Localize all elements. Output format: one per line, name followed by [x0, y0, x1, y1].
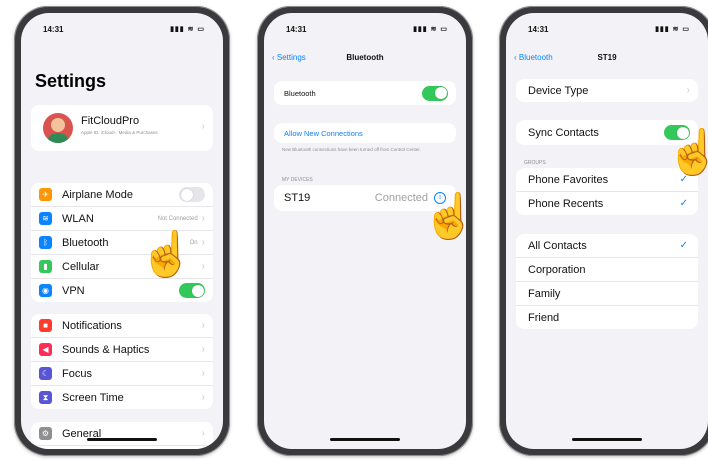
airplane-mode-toggle[interactable] — [179, 187, 205, 202]
contact-group-row-friend[interactable]: Friend — [516, 305, 698, 329]
home-indicator — [330, 438, 400, 441]
vpn-toggle[interactable] — [179, 283, 205, 298]
chevron-right-icon: › — [201, 392, 205, 403]
row-value: Not Connected — [157, 215, 198, 222]
status-icons: ▮▮▮ ≋ ▭ — [655, 26, 690, 33]
settings-row-notifications[interactable]: ■ Notifications › — [31, 314, 213, 337]
device-status: Connected — [374, 192, 428, 204]
notifications-group: ■ Notifications › ◀ Sounds & Haptics › ☾ Focus ›… — [31, 314, 213, 409]
status-time: 14:31 — [43, 25, 64, 34]
allow-new-connections-link[interactable]: Allow New Connections — [284, 129, 363, 138]
contact-group-row-all-contacts[interactable]: All Contacts ✓ — [516, 234, 698, 257]
allow-connections-row: Allow New Connections — [274, 123, 456, 143]
bluetooth-note: New Bluetooth connections have been turn… — [282, 147, 421, 152]
device-type-group: Device Type › — [516, 79, 698, 102]
settings-row-general[interactable]: ⚙ General › — [31, 422, 213, 445]
nav-bar: ‹ Settings Bluetooth — [264, 49, 466, 69]
row-label: Family — [528, 287, 561, 300]
contacts-list: All Contacts ✓ Corporation Family Friend — [516, 234, 698, 329]
contact-group-row-family[interactable]: Family — [516, 281, 698, 305]
row-label: Notifications — [62, 319, 122, 332]
chevron-right-icon: › — [201, 428, 205, 439]
bluetooth-toggle-row: Bluetooth — [274, 81, 456, 105]
chevron-right-icon: › — [201, 237, 205, 248]
pointing-hand-icon: ☝ — [666, 128, 708, 177]
avatar — [43, 113, 73, 143]
contact-group-row-phone-recents[interactable]: Phone Recents ✓ — [516, 191, 698, 215]
row-label: Screen Time — [62, 391, 124, 404]
home-indicator — [87, 438, 157, 441]
contact-group-row-corporation[interactable]: Corporation — [516, 257, 698, 281]
pointing-hand-icon: ☝ — [422, 192, 466, 241]
row-label: Airplane Mode — [62, 188, 133, 201]
airplane-icon: ✈ — [39, 188, 52, 201]
checkmark-icon: ✓ — [679, 198, 688, 209]
status-bar: 14:31 ▮▮▮ ≋ ▭ — [506, 23, 708, 37]
status-time: 14:31 — [528, 25, 549, 34]
row-label: Sounds & Haptics — [62, 343, 150, 356]
settings-row-vpn[interactable]: ◉ VPN — [31, 278, 213, 302]
gear-icon: ⚙ — [39, 427, 52, 440]
device-name: ST19 — [284, 192, 311, 204]
bluetooth-icon: ᛒ — [39, 236, 52, 249]
general-group: ⚙General›▤Control Center› — [31, 422, 213, 449]
home-indicator — [572, 438, 642, 441]
vpn-icon: ◉ — [39, 284, 52, 297]
profile-card[interactable]: FitCloudPro Apple ID, iCloud+, Media & P… — [31, 105, 213, 151]
my-devices-header: MY DEVICES — [282, 177, 313, 183]
phone-bluetooth: 14:31 ▮▮▮ ≋ ▭ ‹ Settings Bluetooth Bluet… — [257, 6, 473, 456]
row-label: Corporation — [528, 263, 586, 276]
nav-title: ST19 — [597, 53, 617, 62]
cellular-icon: ▮ — [39, 260, 52, 273]
profile-name: FitCloudPro — [81, 115, 140, 127]
nav-title: Bluetooth — [346, 53, 384, 62]
chevron-right-icon: › — [201, 261, 205, 272]
chevron-right-icon: › — [201, 213, 205, 224]
phone-st19: 14:31 ▮▮▮ ≋ ▭ ‹ Bluetooth ST19 Device Ty… — [499, 6, 708, 456]
sync-contacts-label: Sync Contacts — [528, 126, 599, 139]
st19-screen: 14:31 ▮▮▮ ≋ ▭ ‹ Bluetooth ST19 Device Ty… — [506, 13, 708, 449]
page-title: Settings — [35, 71, 107, 91]
nav-bar: ‹ Bluetooth ST19 — [506, 49, 708, 69]
moon-icon: ☾ — [39, 367, 52, 380]
chevron-right-icon: › — [201, 344, 205, 355]
chevron-right-icon: › — [686, 85, 690, 96]
row-label: VPN — [62, 284, 85, 297]
bluetooth-toggle[interactable] — [422, 85, 448, 101]
settings-row-focus[interactable]: ☾ Focus › — [31, 361, 213, 385]
device-type-label: Device Type — [528, 84, 589, 97]
row-label: All Contacts — [528, 239, 587, 252]
row-label: Phone Recents — [528, 197, 604, 210]
status-icons: ▮▮▮ ≋ ▭ — [413, 26, 448, 33]
settings-row-screen-time[interactable]: ⧗ Screen Time › — [31, 385, 213, 409]
checkmark-icon: ✓ — [679, 240, 688, 251]
hourglass-icon: ⧗ — [39, 391, 52, 404]
wifi-icon: ≋ — [39, 212, 52, 225]
pointing-hand-icon: ☝ — [139, 230, 194, 279]
chevron-right-icon: › — [201, 368, 205, 379]
sound-icon: ◀ — [39, 343, 52, 356]
row-label: WLAN — [62, 212, 94, 225]
settings-screen: 14:31 ▮▮▮ ≋ ▭ Settings FitCloudPro Apple… — [21, 13, 223, 449]
profile-subtitle: Apple ID, iCloud+, Media & Purchases — [81, 130, 158, 135]
bluetooth-label: Bluetooth — [284, 88, 316, 98]
status-bar: 14:31 ▮▮▮ ≋ ▭ — [264, 23, 466, 37]
status-icons: ▮▮▮ ≋ ▭ — [170, 26, 205, 33]
row-label: Friend — [528, 311, 560, 324]
chevron-right-icon: › — [201, 320, 205, 331]
chevron-right-icon: › — [201, 121, 205, 132]
settings-row-wlan[interactable]: ≋ WLAN Not Connected › — [31, 206, 213, 230]
status-bar: 14:31 ▮▮▮ ≋ ▭ — [21, 23, 223, 37]
row-label: Focus — [62, 367, 92, 380]
device-type-row[interactable]: Device Type › — [516, 79, 698, 102]
settings-row-control-center[interactable]: ▤Control Center› — [31, 445, 213, 449]
settings-row-airplane-mode[interactable]: ✈ Airplane Mode — [31, 183, 213, 206]
settings-row-sounds-haptics[interactable]: ◀ Sounds & Haptics › — [31, 337, 213, 361]
notifications-icon: ■ — [39, 319, 52, 332]
row-label: Phone Favorites — [528, 173, 609, 186]
status-time: 14:31 — [286, 25, 307, 34]
bluetooth-screen: 14:31 ▮▮▮ ≋ ▭ ‹ Settings Bluetooth Bluet… — [264, 13, 466, 449]
phone-settings: 14:31 ▮▮▮ ≋ ▭ Settings FitCloudPro Apple… — [14, 6, 230, 456]
groups-header: GROUPS — [524, 160, 546, 166]
